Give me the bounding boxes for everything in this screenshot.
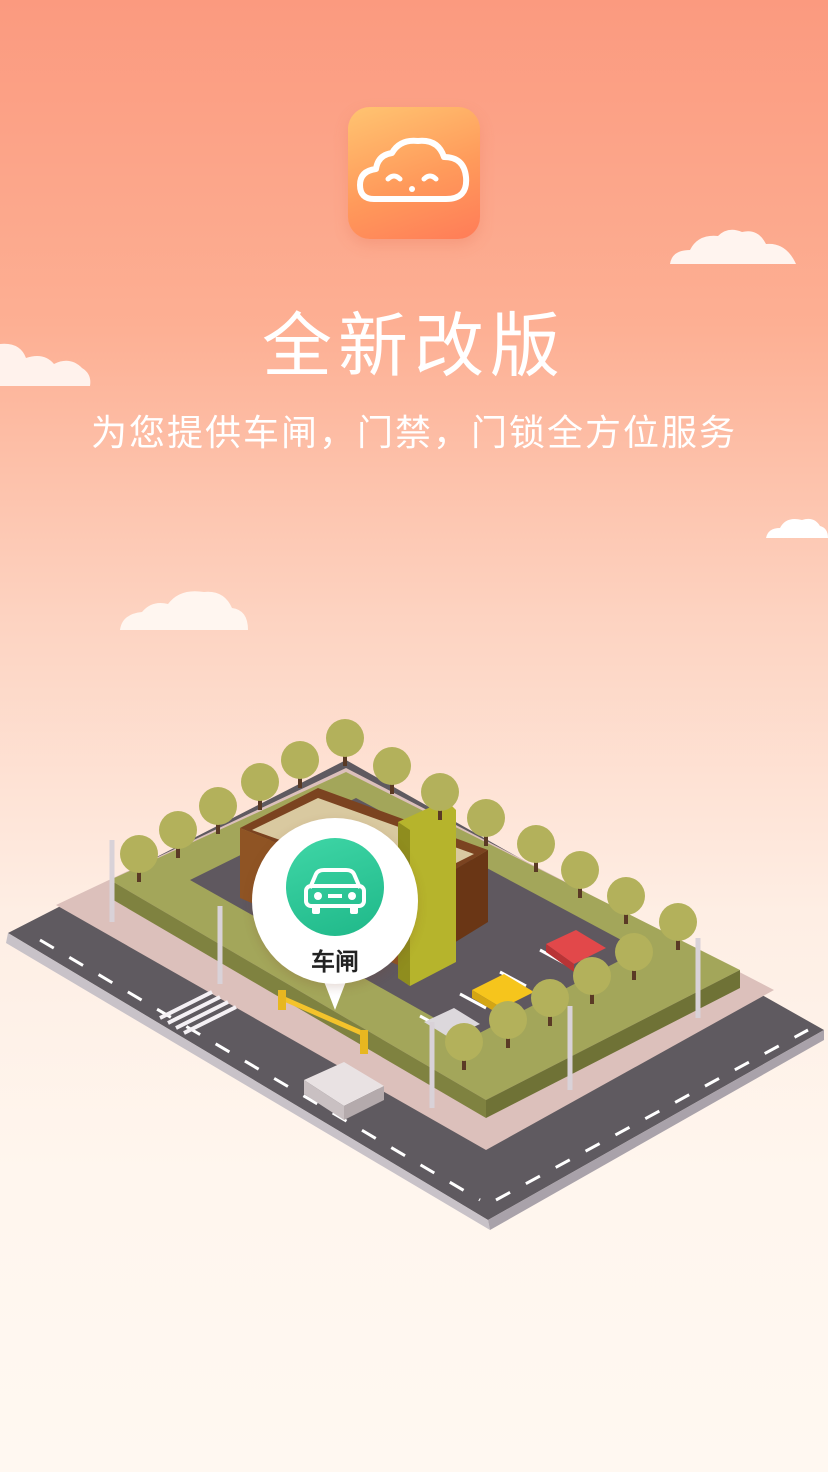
page-title: 全新改版 xyxy=(262,305,566,387)
car-icon xyxy=(304,868,366,914)
feature-pin-car-gate[interactable]: 车闸 xyxy=(252,818,418,1014)
cloud-decoration-right xyxy=(766,518,828,538)
page-subtitle: 为您提供车闸，门禁，门锁全方位服务 xyxy=(90,413,737,454)
cloud-decoration-middle xyxy=(120,591,248,630)
cloud-decoration-top-right xyxy=(670,229,796,264)
pin-icon-background xyxy=(286,838,384,936)
pin-label: 车闸 xyxy=(311,948,359,976)
app-logo xyxy=(348,107,480,239)
cloud-smile-icon xyxy=(357,137,470,202)
